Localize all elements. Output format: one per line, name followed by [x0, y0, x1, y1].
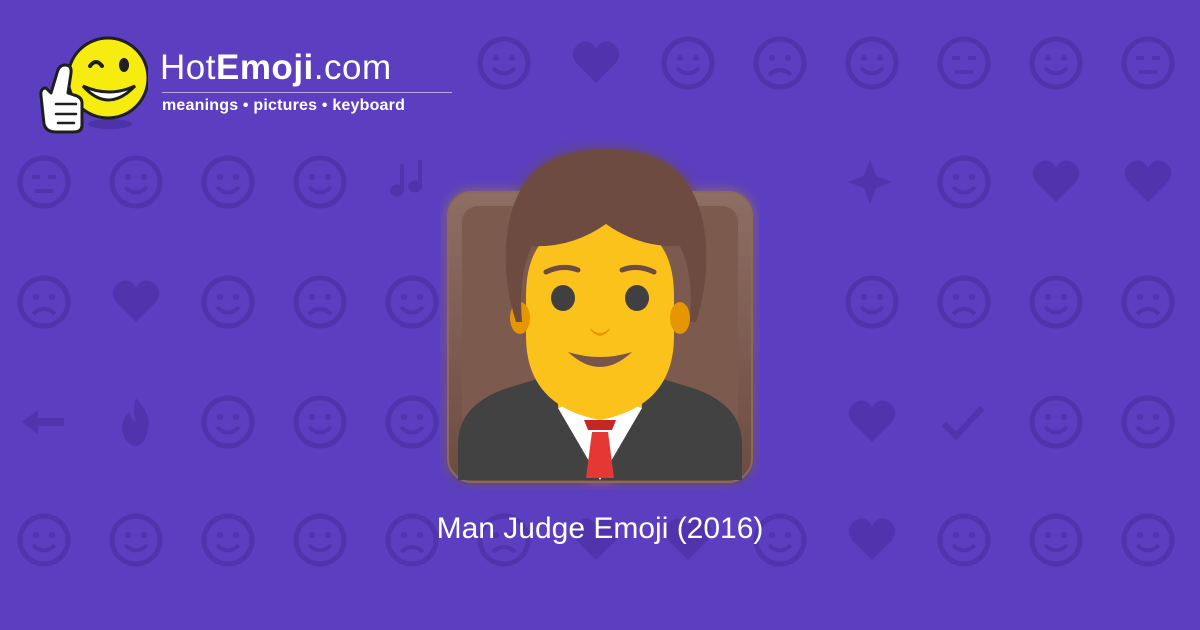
smiling-imp-icon: [1026, 272, 1086, 332]
eyes-icon: [1026, 33, 1086, 93]
site-name-emoji: Emoji: [215, 48, 314, 87]
angry-face-icon: [1118, 272, 1178, 332]
fire-icon: [106, 392, 166, 452]
ok-hand-icon: [842, 33, 902, 93]
confetti-icon: [382, 392, 442, 452]
striped-heart-icon: [1026, 152, 1086, 212]
smirking-face-icon: [1118, 33, 1178, 93]
kissing-face-icon: [474, 33, 534, 93]
site-tagline: meanings • pictures • keyboard: [162, 97, 406, 114]
broken-heart-icon: [1118, 152, 1178, 212]
recycle-icon: [198, 152, 258, 212]
winking-thumbs-up-smiley-icon: [39, 36, 148, 134]
striped-heart-icon: [842, 392, 902, 452]
check-mark-icon: [934, 392, 994, 452]
frowning-face-icon: [290, 272, 350, 332]
left-arrow-icon: [14, 392, 74, 452]
judge-right-eye: [625, 285, 649, 311]
laughing-face-icon: [934, 152, 994, 212]
speak-no-evil-monkey-icon: [842, 272, 902, 332]
site-name-tld: .com: [313, 48, 392, 87]
tears-of-joy-icon: [382, 272, 442, 332]
tongue-wink-icon: [198, 272, 258, 332]
new-moon-face-icon: [1118, 392, 1178, 452]
confused-face-icon: [14, 272, 74, 332]
drooling-face-icon: [106, 152, 166, 212]
emoji-title: Man Judge Emoji (2016): [436, 512, 764, 545]
two-hearts-icon: [566, 33, 626, 93]
striped-heart-icon: [106, 272, 166, 332]
smiling-face-icon: [658, 33, 718, 93]
relieved-face-icon: [14, 152, 74, 212]
logo-divider: [162, 92, 452, 93]
man-judge-emoji-icon: [447, 150, 753, 483]
expressionless-face-icon: [934, 33, 994, 93]
judge-face: [526, 220, 674, 420]
judge-left-eye: [551, 285, 575, 311]
site-name: HotEmoji.com: [160, 48, 392, 88]
site-name-hot: Hot: [160, 48, 216, 87]
weary-face-icon: [750, 33, 810, 93]
site-logo[interactable]: HotEmoji.com meanings • pictures • keybo…: [38, 34, 458, 134]
raising-hands-icon: [290, 152, 350, 212]
sparkles-icon: [842, 152, 902, 212]
musical-notes-icon: [382, 152, 442, 212]
grinning-squint-icon: [290, 392, 350, 452]
laughing-face-icon: [1026, 392, 1086, 452]
kiss-icon: [198, 392, 258, 452]
screaming-face-icon: [934, 272, 994, 332]
